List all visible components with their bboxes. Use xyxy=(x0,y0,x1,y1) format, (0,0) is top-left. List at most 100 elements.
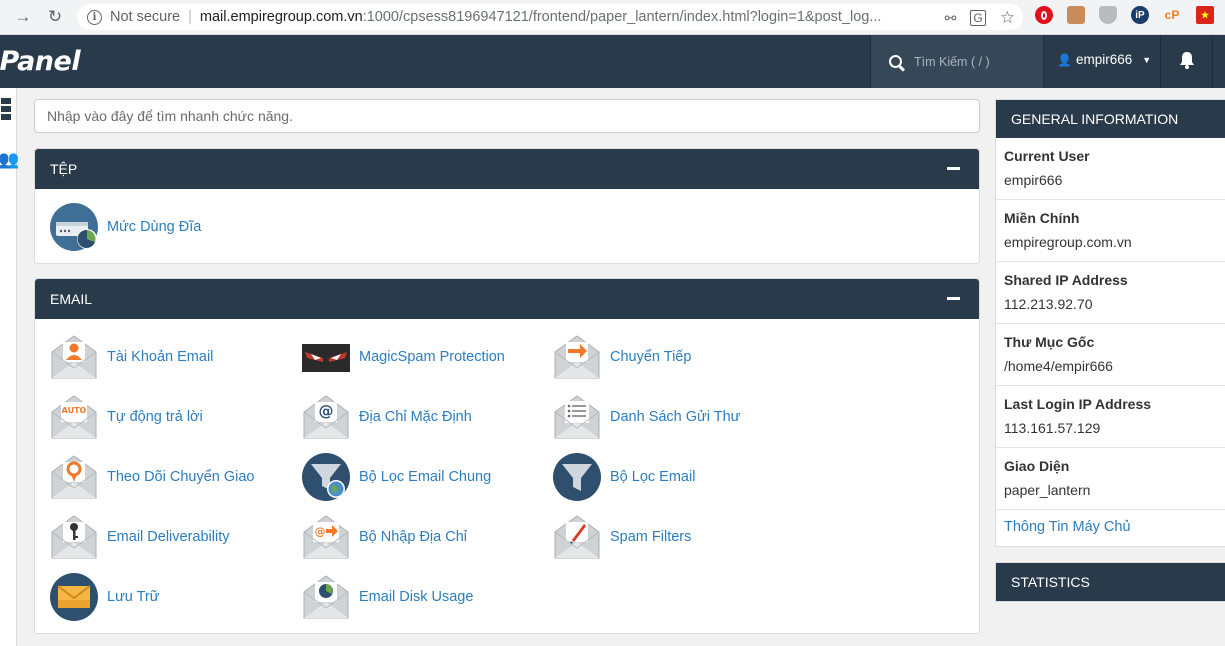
flag-extension-icon[interactable]: ★ xyxy=(1196,6,1214,24)
translate-icon[interactable]: G xyxy=(970,10,986,26)
star-icon[interactable]: ☆ xyxy=(1000,8,1015,28)
info-row: Current User empir666 xyxy=(996,138,1225,200)
email-tool-label: Lưu Trữ xyxy=(107,589,160,605)
email-tool-link[interactable]: Theo Dõi Chuyển Giao xyxy=(49,452,255,502)
info-value: 113.161.57.129 xyxy=(1004,420,1101,436)
omnibox-actions: ⚯ G ☆ xyxy=(944,8,1015,28)
email-tool-label: Tự động trả lời xyxy=(107,409,203,425)
email-panel-header[interactable]: EMAIL xyxy=(35,279,979,319)
svg-text:@: @ xyxy=(319,402,334,420)
email-tool-label: Bộ Lọc Email xyxy=(610,469,696,485)
statistics-panel: STATISTICS xyxy=(995,562,1225,602)
header-search-placeholder: Tìm Kiếm ( / ) xyxy=(914,54,990,69)
info-key: Current User xyxy=(1004,148,1090,164)
header-search[interactable]: Tìm Kiếm ( / ) xyxy=(871,35,1043,88)
email-tool-link[interactable]: MagicSpam Protection xyxy=(301,332,505,382)
cpanel-logo[interactable]: cPanel xyxy=(0,46,81,77)
home-grid-icon[interactable] xyxy=(0,98,11,120)
email-tool-link[interactable]: Bộ Lọc Email Chung xyxy=(301,452,491,502)
ip-extension-icon[interactable]: iP xyxy=(1131,6,1149,24)
info-key: Miền Chính xyxy=(1004,210,1080,226)
files-panel: TỆP Mức Dùng Đĩa xyxy=(34,148,980,264)
email-account-icon xyxy=(49,332,99,382)
quick-search-input[interactable] xyxy=(34,99,980,133)
email-tool-link[interactable]: Bộ Lọc Email xyxy=(552,452,695,502)
users-icon[interactable]: 👥 xyxy=(0,150,19,170)
track-delivery-icon xyxy=(49,452,99,502)
email-tool-link[interactable]: @ Địa Chỉ Mặc Định xyxy=(301,392,472,442)
info-key: Thư Mục Gốc xyxy=(1004,334,1095,350)
key-icon[interactable]: ⚯ xyxy=(945,10,957,27)
files-panel-header[interactable]: TỆP xyxy=(35,149,979,189)
email-tool-link[interactable]: Danh Sách Gửi Thư xyxy=(552,392,740,442)
browser-toolbar: → ↻ i Not secure | mail.empiregroup.com.… xyxy=(0,0,1225,35)
autoresponder-icon: AUTO xyxy=(49,392,99,442)
default-address-icon: @ xyxy=(301,392,351,442)
info-value: /home4/empir666 xyxy=(1004,358,1113,374)
email-tool-label: Email Disk Usage xyxy=(359,589,474,605)
email-tool-link[interactable]: Tài Khoản Email xyxy=(49,332,213,382)
notifications-bell-icon[interactable] xyxy=(1176,49,1198,71)
email-tool-label: Chuyển Tiếp xyxy=(610,349,692,365)
info-row: Miền Chính empiregroup.com.vn xyxy=(996,200,1225,262)
user-icon: 👤 xyxy=(1057,52,1072,67)
user-menu[interactable]: 👤 empir666 ▼ xyxy=(1057,52,1151,67)
statistics-header[interactable]: STATISTICS xyxy=(996,563,1225,601)
email-tool-link[interactable]: AUTO Tự động trả lời xyxy=(49,392,203,442)
search-icon xyxy=(889,55,902,68)
disk-usage-label: Mức Dùng Đĩa xyxy=(107,219,202,235)
shield-extension-icon[interactable] xyxy=(1099,6,1117,24)
info-row: Shared IP Address 112.213.92.70 xyxy=(996,262,1225,324)
logo-text: cPanel xyxy=(0,46,81,77)
username: empir666 xyxy=(1075,52,1133,67)
reload-icon[interactable]: ↻ xyxy=(44,6,66,28)
email-tool-link[interactable]: Email Deliverability xyxy=(49,512,229,562)
info-icon[interactable]: i xyxy=(87,9,102,25)
email-tool-link[interactable]: Email Disk Usage xyxy=(301,572,473,622)
info-value: paper_lantern xyxy=(1004,482,1091,498)
info-row: Giao Diện paper_lantern xyxy=(996,448,1225,510)
opera-icon[interactable] xyxy=(1035,6,1053,24)
collapse-icon[interactable] xyxy=(947,297,960,300)
disk-usage-link[interactable]: Mức Dùng Đĩa xyxy=(49,202,201,252)
address-bar[interactable]: i Not secure | mail.empiregroup.com.vn:1… xyxy=(77,4,1023,30)
server-information-link[interactable]: Thông Tin Máy Chủ xyxy=(996,510,1225,544)
archive-icon xyxy=(49,572,99,622)
header-divider xyxy=(1043,35,1044,88)
email-tool-link[interactable]: Spam Filters xyxy=(552,512,691,562)
forward-icon[interactable]: → xyxy=(12,6,34,28)
email-tool-link[interactable]: Lưu Trữ xyxy=(49,572,159,622)
info-key: Last Login IP Address xyxy=(1004,396,1152,412)
files-panel-title: TỆP xyxy=(50,161,78,177)
info-key: Giao Diện xyxy=(1004,458,1070,474)
cpanel-extension-icon[interactable]: cP xyxy=(1163,6,1181,24)
info-value: 112.213.92.70 xyxy=(1004,296,1093,312)
email-tool-label: Theo Dõi Chuyển Giao xyxy=(107,469,255,485)
url-host: mail.empiregroup.com.vn xyxy=(199,9,363,25)
cpanel-header: cPanel Tìm Kiếm ( / ) 👤 empir666 ▼ xyxy=(0,35,1225,88)
email-tool-link[interactable]: @ Bộ Nhập Địa Chỉ xyxy=(301,512,467,562)
security-label: Not secure xyxy=(110,9,181,25)
magicspam-icon xyxy=(301,332,351,382)
svg-text:AUTO: AUTO xyxy=(62,406,87,415)
collapse-icon[interactable] xyxy=(947,167,960,170)
email-tool-label: Email Deliverability xyxy=(107,529,230,545)
mailing-list-icon xyxy=(552,392,602,442)
disk-usage-icon xyxy=(49,202,99,252)
info-value: empiregroup.com.vn xyxy=(1004,234,1132,250)
email-tool-label: Bộ Nhập Địa Chỉ xyxy=(359,529,467,545)
left-rail: 👥 xyxy=(0,88,19,646)
email-tool-label: Tài Khoản Email xyxy=(107,349,214,365)
info-row: Thư Mục Gốc/home4/empir666 xyxy=(996,324,1225,386)
email-tool-link[interactable]: Chuyển Tiếp xyxy=(552,332,691,382)
email-tool-label: Danh Sách Gửi Thư xyxy=(610,409,741,425)
extension-face-icon[interactable] xyxy=(1067,6,1085,24)
email-tool-label: Địa Chỉ Mặc Định xyxy=(359,409,472,425)
general-information-panel: GENERAL INFORMATION Current User empir666… xyxy=(995,99,1225,547)
email-disk-usage-icon xyxy=(301,572,351,622)
forwarders-icon xyxy=(552,332,602,382)
header-divider xyxy=(1212,35,1213,88)
info-row: Last Login IP Address 113.161.57.129 xyxy=(996,386,1225,448)
svg-text:@: @ xyxy=(315,525,326,538)
general-information-header[interactable]: GENERAL INFORMATION xyxy=(996,100,1225,138)
